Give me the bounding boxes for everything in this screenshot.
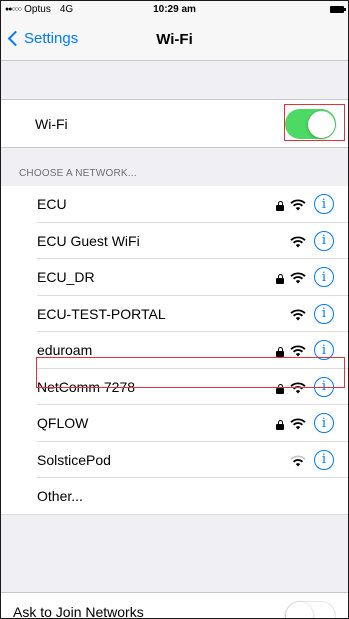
lock-icon	[276, 274, 284, 284]
wifi-signal-icon	[290, 198, 306, 211]
toggle-knob	[286, 602, 313, 618]
network-row[interactable]: ECU Guest WiFi i	[1, 222, 348, 259]
lock-slot	[276, 270, 290, 284]
battery-icon	[330, 6, 346, 13]
network-status-icons: i	[276, 303, 334, 324]
other-network-row[interactable]: Other...	[1, 478, 348, 515]
highlight-box	[284, 104, 345, 141]
network-row[interactable]: QFLOW i	[1, 405, 348, 442]
network-name: ECU Guest WiFi	[37, 232, 140, 249]
lock-slot	[276, 197, 290, 211]
ask-to-join-label: Ask to Join Networks	[13, 604, 144, 619]
divider	[1, 147, 348, 148]
network-name: ECU-TEST-PORTAL	[37, 305, 166, 322]
wifi-signal-icon	[290, 235, 306, 247]
highlight-box	[36, 357, 345, 388]
lock-icon	[276, 347, 284, 357]
info-icon[interactable]: i	[314, 194, 334, 214]
network-status-icons: i	[276, 413, 334, 433]
network-status-icons: i	[276, 230, 334, 251]
network-name: ECU_DR	[37, 269, 95, 285]
network-name: eduroam	[37, 342, 93, 358]
network-name: SolsticePod	[37, 451, 111, 468]
section-header: CHOOSE A NETWORK...	[19, 168, 137, 179]
ask-to-join-toggle[interactable]	[285, 601, 336, 618]
lock-icon	[276, 420, 284, 430]
network-status-icons: i	[276, 449, 334, 470]
info-icon[interactable]: i	[314, 303, 334, 324]
wifi-signal-icon	[290, 308, 306, 320]
network-name: QFLOW	[37, 415, 89, 431]
info-icon[interactable]: i	[314, 413, 334, 433]
info-icon[interactable]: i	[314, 449, 334, 470]
other-network-label: Other...	[37, 488, 83, 504]
info-icon[interactable]: i	[314, 267, 334, 287]
lock-icon	[276, 201, 284, 211]
wifi-signal-icon	[290, 454, 306, 466]
network-row[interactable]: ECU_DR i	[1, 259, 348, 296]
network-row[interactable]: SolsticePod i	[1, 441, 348, 478]
network-status-icons: i	[276, 194, 334, 214]
phone-screen: ●●○○○ Optus 4G 10:29 am Settings Wi-Fi W…	[0, 0, 349, 619]
page-title: Wi-Fi	[156, 31, 193, 48]
network-status-icons: i	[276, 267, 334, 287]
wifi-signal-icon	[290, 271, 306, 284]
row-divider	[1, 513, 348, 515]
network-row[interactable]: ECU i	[1, 186, 348, 223]
status-time: 10:29 am	[153, 4, 196, 15]
wifi-label: Wi-Fi	[35, 115, 68, 132]
network-list: ECU i ECU Guest WiFi i ECU_DR i ECU-TEST-PORTA…	[1, 186, 348, 515]
status-bar: ●●○○○ Optus 4G 10:29 am	[1, 1, 348, 19]
network-name: ECU	[37, 196, 67, 212]
wifi-signal-icon	[290, 417, 306, 430]
lock-slot	[276, 343, 290, 357]
ask-to-join-row: Ask to Join Networks	[1, 593, 348, 619]
lock-slot	[276, 416, 290, 430]
info-icon[interactable]: i	[314, 230, 334, 251]
wifi-signal-icon	[290, 344, 306, 357]
navigation-bar: Settings Wi-Fi	[1, 19, 348, 61]
network-row[interactable]: ECU-TEST-PORTAL i	[1, 295, 348, 332]
